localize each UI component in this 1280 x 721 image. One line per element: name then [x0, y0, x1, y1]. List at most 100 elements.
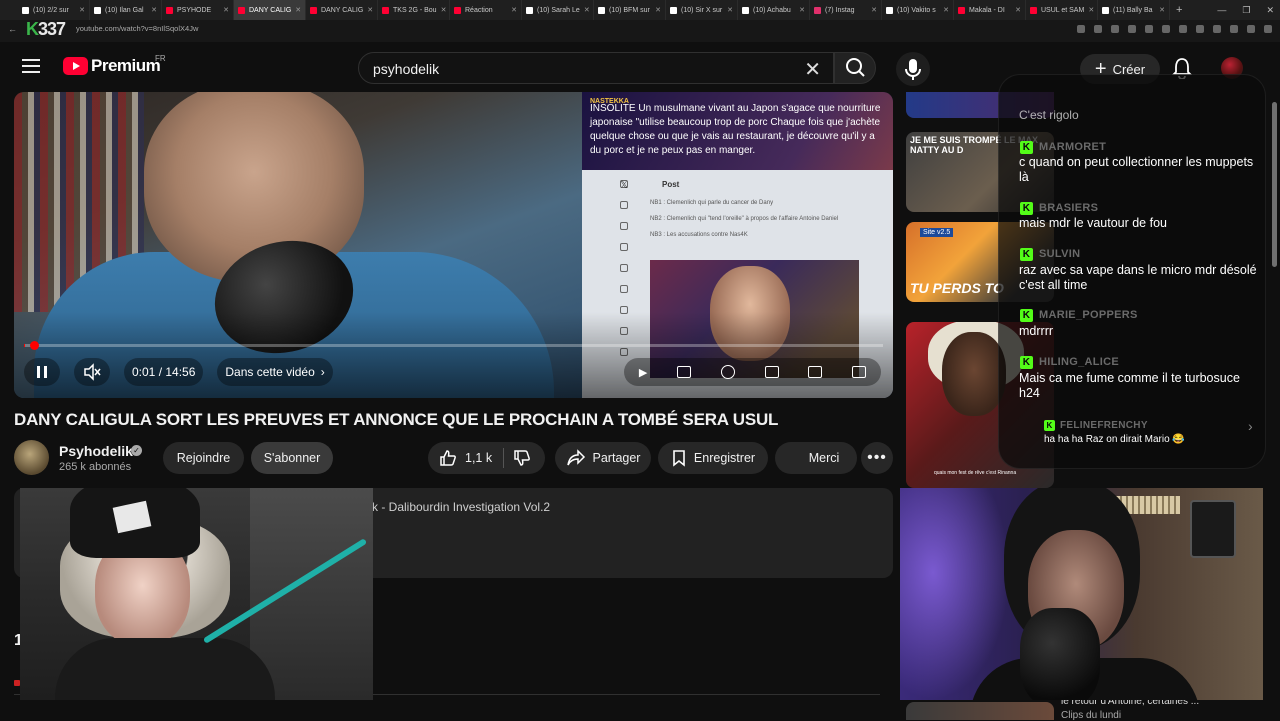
search-button[interactable]: [834, 52, 876, 84]
tab-close-icon[interactable]: ✕: [943, 6, 949, 14]
extension-icon[interactable]: [1128, 25, 1136, 33]
extension-icon[interactable]: [1247, 25, 1255, 33]
browser-tab[interactable]: (10) Ilan Gal ✕: [90, 0, 162, 20]
extension-icon[interactable]: [1094, 25, 1102, 33]
tab-close-icon[interactable]: ✕: [295, 6, 301, 14]
tab-close-icon[interactable]: ✕: [727, 6, 733, 14]
browser-tab[interactable]: (10) Sir X sur ✕: [666, 0, 738, 20]
browser-tab[interactable]: DANY CALIG ✕: [306, 0, 378, 20]
autoplay-toggle[interactable]: ▶: [639, 366, 647, 379]
kick-badge-icon: K: [1044, 419, 1055, 431]
video-player[interactable]: NASTEKKA INSOLITE Un musulmane vivant au…: [14, 92, 893, 398]
new-tab-button[interactable]: +: [1176, 4, 1182, 16]
tab-label: USUL et SAM: [1041, 6, 1085, 14]
recommendation-channel[interactable]: Clips du lundi: [1061, 710, 1121, 721]
menu-icon[interactable]: [22, 59, 40, 73]
settings-gear-icon[interactable]: [720, 365, 735, 379]
url-field[interactable]: youtube.com/watch?v=8nIlSqolX4Jw: [76, 24, 198, 33]
browser-tab[interactable]: (10) Achabu ✕: [738, 0, 810, 20]
channel-avatar[interactable]: [14, 440, 49, 475]
browser-tab[interactable]: (11) Bally Ba ✕: [1098, 0, 1170, 20]
recommendation-thumbnail[interactable]: [906, 702, 1054, 720]
browser-tab[interactable]: (10) Sarah Le ✕: [522, 0, 594, 20]
tab-close-icon[interactable]: ✕: [1159, 6, 1165, 14]
extension-icon[interactable]: [1264, 25, 1272, 33]
tab-close-icon[interactable]: ✕: [1088, 6, 1094, 14]
chat-username: K MARIE_POPPERS: [1020, 308, 1138, 322]
extension-icon[interactable]: [1077, 25, 1085, 33]
tab-close-icon[interactable]: ✕: [367, 6, 373, 14]
tab-label: (10) Ilan Gal: [105, 6, 144, 14]
extension-icon[interactable]: [1162, 25, 1170, 33]
tab-close-icon[interactable]: ✕: [511, 6, 517, 14]
browser-tab[interactable]: USUL et SAM ✕: [1026, 0, 1098, 20]
mute-button[interactable]: [74, 358, 110, 386]
tab-close-icon[interactable]: ✕: [151, 6, 157, 14]
scrubber-handle[interactable]: [30, 341, 39, 350]
extension-icon[interactable]: [1145, 25, 1153, 33]
like-count[interactable]: 1,1 k: [465, 451, 492, 465]
back-icon[interactable]: ←: [8, 24, 17, 34]
minimize-icon[interactable]: —: [1217, 5, 1226, 15]
thumbnail-caption: quais mon fest de rêve c'est Rinanna: [934, 470, 1017, 476]
news-text: INSOLITE Un musulmane vivant au Japon s'…: [590, 103, 881, 156]
thumbs-down-icon[interactable]: [512, 448, 532, 468]
tab-favicon-icon: [22, 6, 29, 14]
progress-bar[interactable]: [24, 341, 883, 350]
fullscreen-icon[interactable]: [852, 366, 867, 378]
kick-badge-icon: K: [1020, 308, 1033, 322]
scrollbar[interactable]: [1272, 102, 1277, 267]
browser-tab[interactable]: (10) BFM sur ✕: [594, 0, 666, 20]
cast-icon[interactable]: [808, 366, 823, 378]
extension-icon[interactable]: [1111, 25, 1119, 33]
tab-close-icon[interactable]: ✕: [223, 6, 229, 14]
tab-close-icon[interactable]: ✕: [584, 6, 590, 14]
maximize-icon[interactable]: ❐: [1242, 5, 1250, 16]
channel-name[interactable]: Psyhodelik: [59, 443, 133, 459]
chat-username: K HILING_ALICE: [1020, 355, 1119, 369]
youtube-logo[interactable]: Premium: [63, 56, 161, 76]
tab-close-icon[interactable]: ✕: [799, 6, 805, 14]
description-snippet: k - Dalibourdin Investigation Vol.2: [372, 500, 551, 514]
address-bar: ← youtube.com/watch?v=8nIlSqolX4Jw: [0, 20, 1280, 42]
extension-icon[interactable]: [1179, 25, 1187, 33]
tab-close-icon[interactable]: ✕: [79, 6, 85, 14]
browser-tab[interactable]: (10) 2/2 sur ✕: [18, 0, 90, 20]
theater-mode-icon[interactable]: [764, 366, 779, 378]
browser-tab[interactable]: Makala - DI ✕: [954, 0, 1026, 20]
browser-tab[interactable]: Réaction ✕: [450, 0, 522, 20]
share-button[interactable]: Partager: [555, 442, 651, 474]
join-button[interactable]: Rejoindre: [163, 442, 244, 474]
tab-close-icon[interactable]: ✕: [871, 6, 877, 14]
more-dots-icon: •••: [867, 449, 887, 466]
thanks-button[interactable]: Merci: [775, 442, 857, 474]
pause-button[interactable]: [24, 358, 60, 386]
tab-label: (10) Sir X sur: [681, 6, 723, 14]
browser-tab[interactable]: (10) Vakito s ✕: [882, 0, 954, 20]
more-actions-button[interactable]: •••: [861, 442, 893, 474]
browser-tab[interactable]: DANY CALIG ✕: [234, 0, 306, 20]
close-window-icon[interactable]: ✕: [1266, 5, 1274, 16]
divider: [503, 448, 504, 468]
extension-icon[interactable]: [1213, 25, 1221, 33]
extension-icon[interactable]: [1230, 25, 1238, 33]
search-input[interactable]: psyhodelik ✕: [358, 52, 834, 84]
close-icon[interactable]: ✕: [804, 57, 821, 82]
browser-tab[interactable]: TKS 2G - Bou ✕: [378, 0, 450, 20]
subscribe-button[interactable]: S'abonner: [251, 442, 333, 474]
browser-tab[interactable]: (7) Instag ✕: [810, 0, 882, 20]
tab-close-icon[interactable]: ✕: [1015, 6, 1021, 14]
tab-close-icon[interactable]: ✕: [441, 6, 447, 14]
chat-message-text: C'est rigolo: [1019, 108, 1079, 122]
subtitles-icon[interactable]: [677, 366, 692, 378]
tab-close-icon[interactable]: ✕: [655, 6, 661, 14]
chevron-right-icon[interactable]: ›: [1248, 418, 1253, 434]
muted-volume-icon: [84, 363, 101, 381]
voice-search-button[interactable]: [896, 52, 930, 86]
browser-tab[interactable]: PSYHODE ✕: [162, 0, 234, 20]
chapter-button[interactable]: Dans cette vidéo ›: [217, 358, 333, 386]
save-button[interactable]: Enregistrer: [658, 442, 768, 474]
pause-icon: [37, 366, 47, 378]
extension-icon[interactable]: [1196, 25, 1204, 33]
thumbs-up-icon[interactable]: [438, 448, 458, 468]
